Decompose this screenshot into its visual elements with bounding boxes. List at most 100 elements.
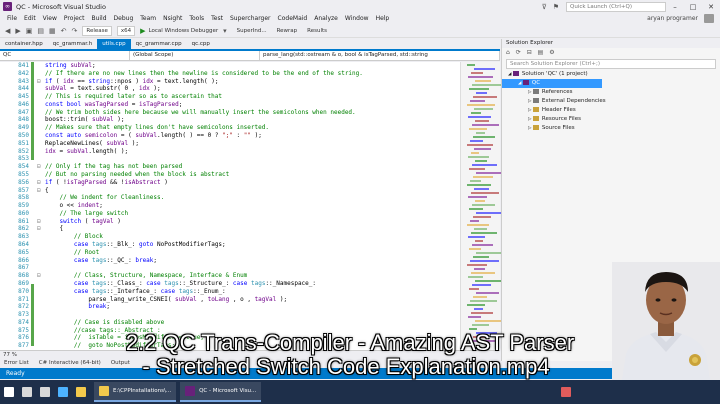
solution-tree-item[interactable]: ◢ QC bbox=[502, 79, 602, 88]
scroll-map-mark bbox=[471, 232, 497, 234]
scroll-map-mark bbox=[473, 216, 491, 218]
results-button[interactable]: Results bbox=[307, 28, 327, 34]
menu-item-supercharger[interactable]: Supercharger bbox=[230, 15, 271, 22]
taskbar-taskview-button[interactable] bbox=[40, 382, 54, 402]
home-icon[interactable]: ⌂ bbox=[506, 49, 510, 56]
undo-icon[interactable]: ↶ bbox=[61, 27, 67, 35]
document-tab[interactable]: container.hpp bbox=[0, 39, 48, 49]
open-icon[interactable]: ▤ bbox=[37, 27, 44, 35]
solution-search-input[interactable]: Search Solution Explorer (Ctrl+;) bbox=[506, 59, 716, 69]
taskbar-recorder-button[interactable] bbox=[561, 382, 575, 402]
properties-icon[interactable]: ⚙ bbox=[549, 49, 554, 56]
solution-tree-item[interactable]: ▷ Source Files bbox=[502, 124, 720, 133]
menu-item-project[interactable]: Project bbox=[64, 15, 85, 22]
new-project-icon[interactable]: ▣ bbox=[26, 27, 33, 35]
minimize-button[interactable]: – bbox=[666, 3, 684, 11]
project-dropdown[interactable]: QC bbox=[0, 51, 130, 60]
filter-icon[interactable]: ⊽ bbox=[542, 3, 547, 11]
user-name[interactable]: aryan programer bbox=[647, 13, 698, 24]
solution-tree-item[interactable]: ▷ Resource Files bbox=[502, 115, 720, 124]
menu-item-test[interactable]: Test bbox=[211, 15, 223, 22]
scroll-map-mark bbox=[472, 284, 491, 286]
scroll-map-mark bbox=[467, 144, 493, 146]
document-tab[interactable]: qc_grammar.h bbox=[48, 39, 97, 49]
scroll-map-mark bbox=[475, 80, 491, 82]
scroll-map-mark bbox=[476, 252, 501, 254]
menu-item-file[interactable]: File bbox=[7, 15, 17, 22]
project-icon bbox=[512, 71, 519, 76]
start-debug-icon[interactable]: ▶ bbox=[140, 27, 145, 35]
menu-item-team[interactable]: Team bbox=[140, 15, 156, 22]
explorer-icon bbox=[76, 387, 86, 397]
save-icon[interactable]: ▦ bbox=[49, 27, 56, 35]
menu-item-window[interactable]: Window bbox=[345, 15, 369, 22]
scroll-map-mark bbox=[468, 116, 491, 118]
configuration-select[interactable]: Release bbox=[82, 25, 112, 36]
navigation-bar: QC (Global Scope) parse_lang(std::ostrea… bbox=[0, 51, 500, 61]
taskbar-search-button[interactable] bbox=[22, 382, 36, 402]
scope-dropdown[interactable]: (Global Scope) bbox=[130, 51, 260, 60]
taskbar-app-button[interactable]: QC - Microsoft Visu... bbox=[180, 382, 262, 402]
menu-item-help[interactable]: Help bbox=[376, 15, 390, 22]
menu-item-debug[interactable]: Debug bbox=[114, 15, 134, 22]
menu-item-view[interactable]: View bbox=[43, 15, 57, 22]
menu-item-codemaid[interactable]: CodeMaid bbox=[278, 15, 308, 22]
menu-item-analyze[interactable]: Analyze bbox=[314, 15, 338, 22]
taskbar-app-button[interactable]: E:\CPPInstallations\... bbox=[94, 382, 177, 402]
scroll-map-mark bbox=[473, 96, 497, 98]
solution-tree-item[interactable]: ▷ References bbox=[502, 88, 720, 97]
menu-item-edit[interactable]: Edit bbox=[24, 15, 36, 22]
tree-item-label: Source Files bbox=[541, 125, 575, 131]
attach-icon[interactable]: ▾ bbox=[223, 27, 227, 35]
edge-icon bbox=[58, 387, 68, 397]
avatar[interactable] bbox=[704, 14, 714, 23]
scroll-map-mark bbox=[475, 200, 485, 202]
scroll-map-mark bbox=[470, 100, 485, 102]
member-dropdown[interactable]: parse_lang(std::ostream & o, bool & isTa… bbox=[260, 51, 500, 60]
solution-tree-item[interactable]: ◢ Solution 'QC' (1 project) bbox=[502, 70, 720, 79]
menu-item-build[interactable]: Build bbox=[91, 15, 106, 22]
notification-icon[interactable]: ⚑ bbox=[553, 3, 559, 11]
quick-launch-input[interactable]: Quick Launch (Ctrl+Q) bbox=[566, 1, 666, 12]
title-bar: ∞ QC - Microsoft Visual Studio ⊽ ⚑ Quick… bbox=[0, 0, 720, 13]
solution-tree-item[interactable]: ▷ External Dependencies bbox=[502, 97, 720, 106]
folder-icon bbox=[532, 116, 539, 121]
taskbar-edge-button[interactable] bbox=[58, 382, 72, 402]
document-tab[interactable]: qc.cpp bbox=[187, 39, 215, 49]
project-icon bbox=[532, 89, 539, 94]
platform-select[interactable]: x64 bbox=[116, 25, 136, 36]
taskview-icon bbox=[40, 387, 50, 397]
close-button[interactable]: ✕ bbox=[702, 3, 720, 11]
scroll-map-mark bbox=[469, 288, 479, 290]
menu-item-nsight[interactable]: Nsight bbox=[163, 15, 182, 22]
superindent-button[interactable]: SuperInd... bbox=[237, 28, 267, 34]
maximize-button[interactable]: □ bbox=[684, 3, 702, 11]
solution-tree-item[interactable]: ▷ Header Files bbox=[502, 106, 720, 115]
editor-scrollbar-map[interactable] bbox=[460, 62, 505, 350]
scroll-map-mark bbox=[472, 244, 493, 246]
forward-icon[interactable]: ▶ bbox=[15, 27, 20, 35]
scroll-map-mark bbox=[473, 296, 487, 298]
taskbar-explorer-button[interactable] bbox=[76, 382, 90, 402]
document-tab[interactable]: qc_grammar.cpp bbox=[131, 39, 187, 49]
code-editor[interactable]: 841 string subVal; 842// If there are no n… bbox=[0, 62, 460, 350]
back-icon[interactable]: ◀ bbox=[5, 27, 10, 35]
taskbar-label: QC - Microsoft Visu... bbox=[199, 388, 257, 394]
scroll-map-mark bbox=[468, 156, 489, 158]
menu-item-tools[interactable]: Tools bbox=[189, 15, 204, 22]
redo-icon[interactable]: ↷ bbox=[72, 27, 78, 35]
scroll-map-mark bbox=[467, 64, 475, 66]
rewrap-button[interactable]: Rewrap bbox=[277, 28, 298, 34]
app-icon bbox=[99, 386, 109, 396]
scroll-map-mark bbox=[467, 104, 495, 106]
scroll-map-mark bbox=[467, 304, 485, 306]
start-debug-button[interactable]: Local Windows Debugger bbox=[149, 28, 219, 34]
scroll-map-mark bbox=[476, 92, 487, 94]
sync-icon[interactable]: ⟳ bbox=[516, 49, 521, 56]
document-tab[interactable]: utils.cpp bbox=[97, 39, 131, 49]
taskbar-label: E:\CPPInstallations\... bbox=[113, 388, 172, 394]
collapse-all-icon[interactable]: ⊟ bbox=[527, 49, 532, 56]
show-all-files-icon[interactable]: ▤ bbox=[538, 49, 544, 56]
taskbar-start-button[interactable] bbox=[4, 382, 18, 402]
scroll-map-mark bbox=[467, 224, 489, 226]
